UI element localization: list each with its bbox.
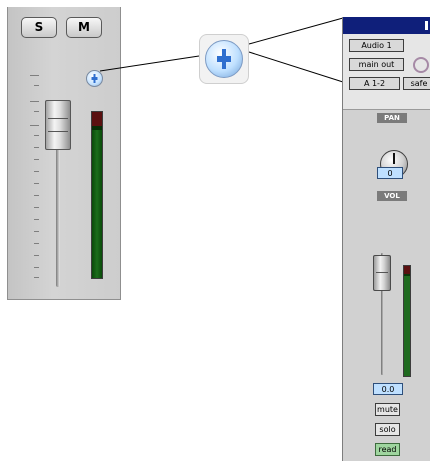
- track-name-field[interactable]: Audio 1: [349, 39, 404, 52]
- pan-knob-enlarged: [199, 34, 249, 84]
- automation-mode-button[interactable]: read: [375, 443, 400, 456]
- insert-ring-icon[interactable]: [413, 57, 429, 73]
- level-meter: [403, 265, 411, 377]
- mute-button[interactable]: mute: [375, 403, 400, 416]
- channel-strip: Audio 1 main out A 1-2 safe PAN 0 VOL 0.…: [342, 17, 430, 461]
- volume-value-display[interactable]: 0.0: [373, 383, 403, 395]
- pan-needle: [393, 153, 395, 164]
- output-selector[interactable]: main out: [349, 58, 404, 71]
- clip-indicator: [404, 266, 410, 274]
- vol-label: VOL: [377, 191, 407, 201]
- pan-label: PAN: [377, 113, 407, 123]
- meter-fill: [404, 276, 410, 376]
- strip-title-bar: [343, 17, 430, 34]
- solo-button[interactable]: solo: [375, 423, 400, 436]
- io-section: Audio 1 main out A 1-2 safe: [343, 34, 430, 110]
- pan-value-display[interactable]: 0: [377, 167, 403, 179]
- input-selector[interactable]: A 1-2: [349, 77, 400, 90]
- pan-knob-icon: [205, 40, 243, 78]
- safe-button[interactable]: safe: [403, 77, 430, 90]
- volume-fader[interactable]: [373, 255, 391, 291]
